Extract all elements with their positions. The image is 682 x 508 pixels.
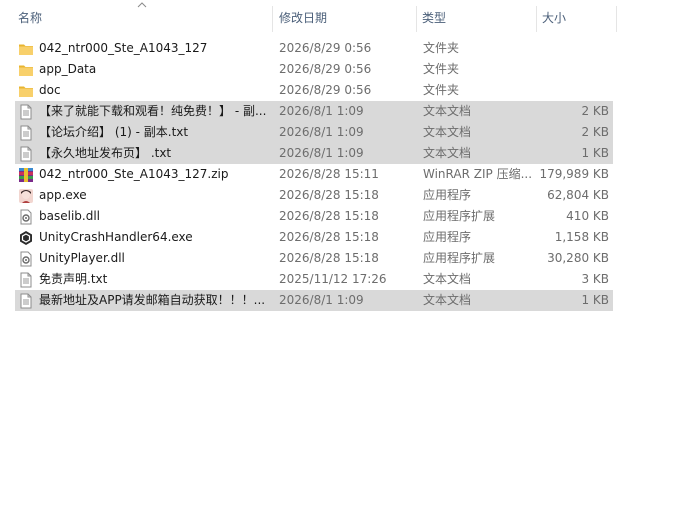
column-header-name[interactable]: 名称 — [14, 6, 270, 30]
winrar-archive-icon — [18, 167, 34, 183]
file-row[interactable]: UnityCrashHandler64.exe 2026/8/28 15:18 应用… — [15, 227, 613, 248]
file-date: 2026/8/28 15:18 — [279, 188, 379, 202]
file-name: 【来了就能下载和观看！纯免费！】 - 副... — [39, 104, 267, 118]
file-size: 2 KB — [581, 125, 609, 139]
file-row[interactable]: app_Data 2026/8/29 0:56 文件夹 — [15, 59, 613, 80]
file-date: 2026/8/29 0:56 — [279, 62, 372, 76]
file-date: 2026/8/29 0:56 — [279, 41, 372, 55]
file-name: 最新地址及APP请发邮箱自动获取！！！... — [39, 293, 266, 307]
file-size: 1 KB — [581, 146, 609, 160]
text-file-icon — [18, 104, 34, 120]
file-row[interactable]: 042_ntr000_Ste_A1043_127.zip 2026/8/28 15… — [15, 164, 613, 185]
text-file-icon — [18, 146, 34, 162]
column-divider[interactable] — [272, 6, 273, 32]
column-header-type[interactable]: 类型 — [418, 6, 534, 30]
file-date: 2026/8/29 0:56 — [279, 83, 372, 97]
file-date: 2025/11/12 17:26 — [279, 272, 387, 286]
column-divider[interactable] — [536, 6, 537, 32]
file-row[interactable]: baselib.dll 2026/8/28 15:18 应用程序扩展 410 KB — [15, 206, 613, 227]
file-size: 1 KB — [581, 293, 609, 307]
unity-icon — [18, 230, 34, 246]
file-size: 1,158 KB — [554, 230, 609, 244]
file-type: 应用程序 — [423, 188, 472, 202]
file-date: 2026/8/28 15:11 — [279, 167, 379, 181]
file-date: 2026/8/28 15:18 — [279, 209, 379, 223]
file-row[interactable]: 042_ntr000_Ste_A1043_127 2026/8/29 0:56 文件… — [15, 38, 613, 59]
column-header-size[interactable]: 大小 — [538, 6, 614, 30]
file-size: 3 KB — [581, 272, 609, 286]
file-date: 2026/8/1 1:09 — [279, 146, 364, 160]
file-row[interactable]: 【论坛介绍】 (1) - 副本.txt 2026/8/1 1:09 文本文档 2 KB — [15, 122, 613, 143]
file-type: 应用程序扩展 — [423, 251, 496, 265]
file-row[interactable]: 免责声明.txt 2025/11/12 17:26 文本文档 3 KB — [15, 269, 613, 290]
file-row[interactable]: doc 2026/8/29 0:56 文件夹 — [15, 80, 613, 101]
file-type: 文件夹 — [423, 41, 460, 55]
file-name: 【论坛介绍】 (1) - 副本.txt — [39, 125, 189, 139]
file-name: 【永久地址发布页】 .txt — [39, 146, 172, 160]
file-type: 文本文档 — [423, 104, 472, 118]
file-row[interactable]: 【永久地址发布页】 .txt 2026/8/1 1:09 文本文档 1 KB — [15, 143, 613, 164]
text-file-icon — [18, 272, 34, 288]
file-size: 410 KB — [566, 209, 609, 223]
column-divider[interactable] — [616, 6, 617, 32]
dll-file-icon — [18, 209, 34, 225]
file-date: 2026/8/1 1:09 — [279, 293, 364, 307]
file-row[interactable]: app.exe 2026/8/28 15:18 应用程序 62,804 KB — [15, 185, 613, 206]
file-name: doc — [39, 83, 61, 97]
file-date: 2026/8/28 15:18 — [279, 251, 379, 265]
dll-file-icon — [18, 251, 34, 267]
file-date: 2026/8/28 15:18 — [279, 230, 379, 244]
file-date: 2026/8/1 1:09 — [279, 125, 364, 139]
file-row[interactable]: 最新地址及APP请发邮箱自动获取！！！... 2026/8/1 1:09 文本文档 1… — [15, 290, 613, 311]
file-type: 文件夹 — [423, 83, 460, 97]
column-header: 名称 修改日期 类型 大小 — [0, 0, 682, 36]
file-name: UnityPlayer.dll — [39, 251, 125, 265]
text-file-icon — [18, 293, 34, 309]
file-name: 042_ntr000_Ste_A1043_127.zip — [39, 167, 229, 181]
file-size: 62,804 KB — [547, 188, 609, 202]
file-type: 文件夹 — [423, 62, 460, 76]
file-name: 免责声明.txt — [39, 272, 108, 286]
file-name: UnityCrashHandler64.exe — [39, 230, 193, 244]
file-date: 2026/8/1 1:09 — [279, 104, 364, 118]
folder-icon — [18, 83, 34, 99]
file-name: 042_ntr000_Ste_A1043_127 — [39, 41, 208, 55]
file-list: 042_ntr000_Ste_A1043_127 2026/8/29 0:56 文件… — [15, 38, 613, 311]
file-type: WinRAR ZIP 压缩... — [423, 167, 533, 181]
file-name: baselib.dll — [39, 209, 100, 223]
column-divider[interactable] — [416, 6, 417, 32]
file-size: 179,989 KB — [539, 167, 609, 181]
file-type: 文本文档 — [423, 293, 472, 307]
file-size: 30,280 KB — [547, 251, 609, 265]
app-exe-icon — [18, 188, 34, 204]
file-type: 应用程序扩展 — [423, 209, 496, 223]
text-file-icon — [18, 125, 34, 141]
folder-icon — [18, 41, 34, 57]
file-type: 文本文档 — [423, 146, 472, 160]
file-name: app.exe — [39, 188, 87, 202]
file-type: 应用程序 — [423, 230, 472, 244]
file-row[interactable]: UnityPlayer.dll 2026/8/28 15:18 应用程序扩展 30,2… — [15, 248, 613, 269]
file-name: app_Data — [39, 62, 97, 76]
folder-icon — [18, 62, 34, 78]
file-size: 2 KB — [581, 104, 609, 118]
file-type: 文本文档 — [423, 272, 472, 286]
column-header-date[interactable]: 修改日期 — [275, 6, 415, 30]
file-type: 文本文档 — [423, 125, 472, 139]
file-row[interactable]: 【来了就能下载和观看！纯免费！】 - 副... 2026/8/1 1:09 文本文档… — [15, 101, 613, 122]
